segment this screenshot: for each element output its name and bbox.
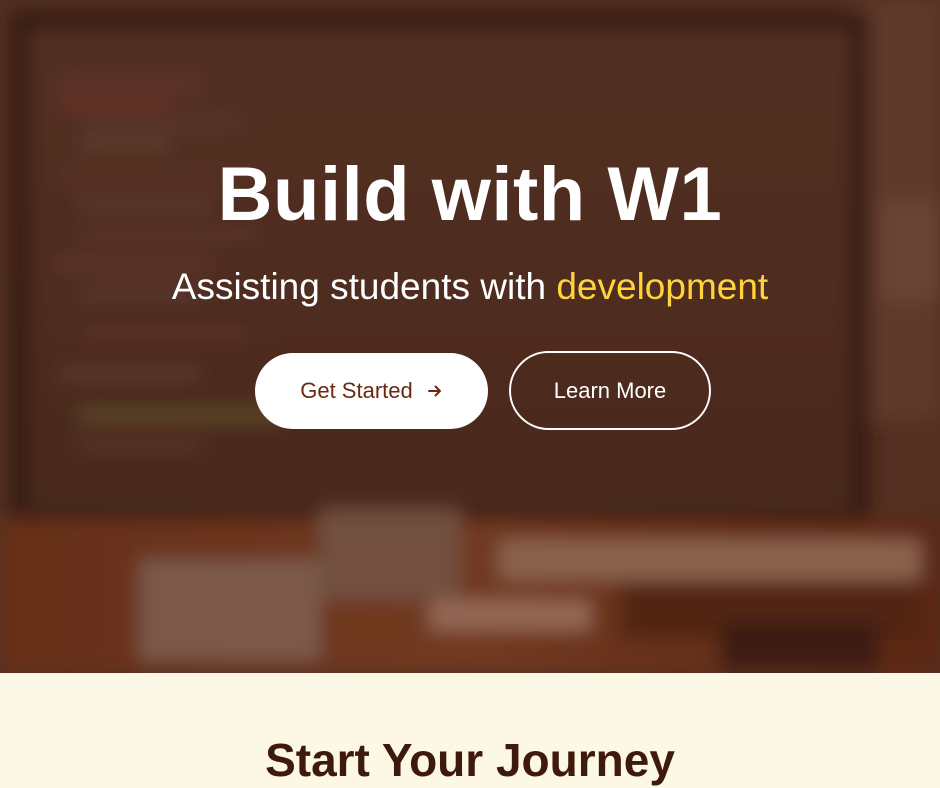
get-started-label: Get Started — [300, 378, 413, 403]
learn-more-button[interactable]: Learn More — [509, 351, 711, 430]
hero-title: Build with W1 — [217, 152, 723, 237]
arrow-right-icon — [427, 385, 441, 397]
hero-subtitle-accent: development — [556, 266, 769, 307]
hero-overlay — [0, 0, 940, 673]
hero-section: Build with W1 Assisting students with de… — [0, 0, 940, 673]
learn-more-label: Learn More — [553, 377, 667, 403]
get-started-button[interactable]: Get Started — [255, 353, 488, 429]
hero-subtitle-text: Assisting students with — [171, 266, 557, 307]
journey-section: Start Your Journey — [0, 673, 940, 788]
section-title: Start Your Journey — [265, 734, 675, 786]
hero-subtitle: Assisting students with development — [0, 264, 940, 310]
